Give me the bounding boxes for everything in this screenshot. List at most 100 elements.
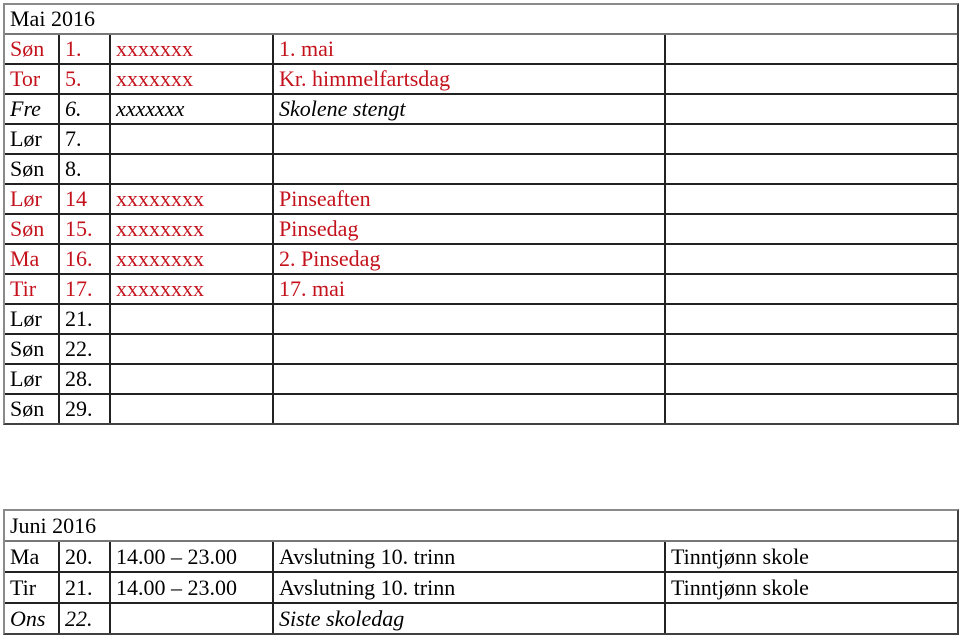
- event-cell: [274, 155, 666, 185]
- day-cell: Søn: [5, 215, 60, 245]
- place-cell: Tinntjønn skole: [666, 542, 958, 573]
- date-cell: 7.: [60, 125, 111, 155]
- date-cell: 22.: [60, 335, 111, 365]
- event-cell: Pinsedag: [274, 215, 666, 245]
- place-cell: [666, 335, 958, 365]
- table-row: Ma 20. 14.00 – 23.00 Avslutning 10. trinn Ti…: [5, 542, 958, 573]
- time-cell: xxxxxxx: [111, 95, 274, 125]
- time-cell: 14.00 – 23.00: [111, 573, 274, 604]
- event-cell: [274, 395, 666, 423]
- date-cell: 28.: [60, 365, 111, 395]
- date-cell: 5.: [60, 65, 111, 95]
- time-cell: xxxxxxx: [111, 35, 274, 65]
- time-cell: [111, 335, 274, 365]
- place-cell: [666, 365, 958, 395]
- place-cell: [666, 604, 957, 633]
- place-cell: [666, 305, 958, 335]
- event-cell: Kr. himmelfartsdag: [274, 65, 666, 95]
- table-header-row: Mai 2016: [5, 5, 958, 35]
- table-row: Tir 21. 14.00 – 23.00 Avslutning 10. trinn T…: [5, 573, 958, 604]
- place-cell: [666, 155, 958, 185]
- day-cell: Ma: [5, 542, 60, 573]
- time-cell: [111, 365, 274, 395]
- table-row: Lør 28.: [5, 365, 958, 395]
- place-cell: [666, 125, 958, 155]
- day-cell: Lør: [5, 125, 60, 155]
- event-cell: [274, 365, 666, 395]
- month-title: Mai 2016: [5, 5, 958, 35]
- time-cell: [111, 305, 274, 335]
- calendar-table-june: Juni 2016 Ma 20. 14.00 – 23.00 Avslutning 1…: [3, 509, 959, 635]
- day-cell: Tir: [5, 275, 60, 305]
- event-cell: [274, 305, 666, 335]
- day-cell: Søn: [5, 335, 60, 365]
- day-cell: Tir: [5, 573, 60, 604]
- date-cell: 14: [60, 185, 111, 215]
- place-cell: [666, 185, 958, 215]
- event-cell: [274, 125, 666, 155]
- table-row: Søn 1. xxxxxxx 1. mai: [5, 35, 958, 65]
- table-row: Søn 29.: [5, 395, 957, 423]
- event-cell: Siste skoledag: [274, 604, 666, 633]
- date-cell: 15.: [60, 215, 111, 245]
- table-row: Lør 14 xxxxxxxx Pinseaften: [5, 185, 958, 215]
- place-cell: [666, 245, 958, 275]
- day-cell: Ons: [5, 604, 60, 633]
- day-cell: Søn: [5, 395, 60, 423]
- place-cell: [666, 35, 958, 65]
- day-cell: Lør: [5, 365, 60, 395]
- table-row: Søn 15. xxxxxxxx Pinsedag: [5, 215, 958, 245]
- time-cell: [111, 155, 274, 185]
- table-row: Ma 16. xxxxxxxx 2. Pinsedag: [5, 245, 958, 275]
- time-cell: [111, 395, 274, 423]
- event-cell: Skolene stengt: [274, 95, 666, 125]
- date-cell: 1.: [60, 35, 111, 65]
- time-cell: [111, 604, 274, 633]
- date-cell: 6.: [60, 95, 111, 125]
- time-cell: [111, 125, 274, 155]
- time-cell: xxxxxxxx: [111, 245, 274, 275]
- table-row: Søn 22.: [5, 335, 958, 365]
- day-cell: Ma: [5, 245, 60, 275]
- table-row: Fre 6. xxxxxxx Skolene stengt: [5, 95, 958, 125]
- event-cell: Avslutning 10. trinn: [274, 573, 666, 604]
- day-cell: Søn: [5, 155, 60, 185]
- table-row: Ons 22. Siste skoledag: [5, 604, 957, 633]
- calendar-table-may: Mai 2016 Søn 1. xxxxxxx 1. mai Tor 5. xxxxxxx K…: [3, 3, 959, 425]
- table-header-row: Juni 2016: [5, 511, 958, 542]
- place-cell: [666, 215, 958, 245]
- time-cell: xxxxxxxx: [111, 215, 274, 245]
- date-cell: 22.: [60, 604, 111, 633]
- place-cell: [666, 95, 958, 125]
- day-cell: Lør: [5, 185, 60, 215]
- month-title: Juni 2016: [5, 511, 958, 542]
- event-cell: 2. Pinsedag: [274, 245, 666, 275]
- day-cell: Søn: [5, 35, 60, 65]
- place-cell: Tinntjønn skole: [666, 573, 958, 604]
- date-cell: 16.: [60, 245, 111, 275]
- time-cell: xxxxxxx: [111, 65, 274, 95]
- table-row: Lør 21.: [5, 305, 958, 335]
- place-cell: [666, 275, 958, 305]
- date-cell: 17.: [60, 275, 111, 305]
- day-cell: Lør: [5, 305, 60, 335]
- time-cell: 14.00 – 23.00: [111, 542, 274, 573]
- event-cell: 1. mai: [274, 35, 666, 65]
- date-cell: 21.: [60, 305, 111, 335]
- place-cell: [666, 65, 958, 95]
- table-row: Lør 7.: [5, 125, 958, 155]
- date-cell: 21.: [60, 573, 111, 604]
- time-cell: xxxxxxxx: [111, 185, 274, 215]
- date-cell: 29.: [60, 395, 111, 423]
- event-cell: Pinseaften: [274, 185, 666, 215]
- day-cell: Tor: [5, 65, 60, 95]
- event-cell: Avslutning 10. trinn: [274, 542, 666, 573]
- day-cell: Fre: [5, 95, 60, 125]
- date-cell: 8.: [60, 155, 111, 185]
- table-row: Tir 17. xxxxxxxx 17. mai: [5, 275, 958, 305]
- table-row: Søn 8.: [5, 155, 958, 185]
- table-row: Tor 5. xxxxxxx Kr. himmelfartsdag: [5, 65, 958, 95]
- event-cell: 17. mai: [274, 275, 666, 305]
- time-cell: xxxxxxxx: [111, 275, 274, 305]
- date-cell: 20.: [60, 542, 111, 573]
